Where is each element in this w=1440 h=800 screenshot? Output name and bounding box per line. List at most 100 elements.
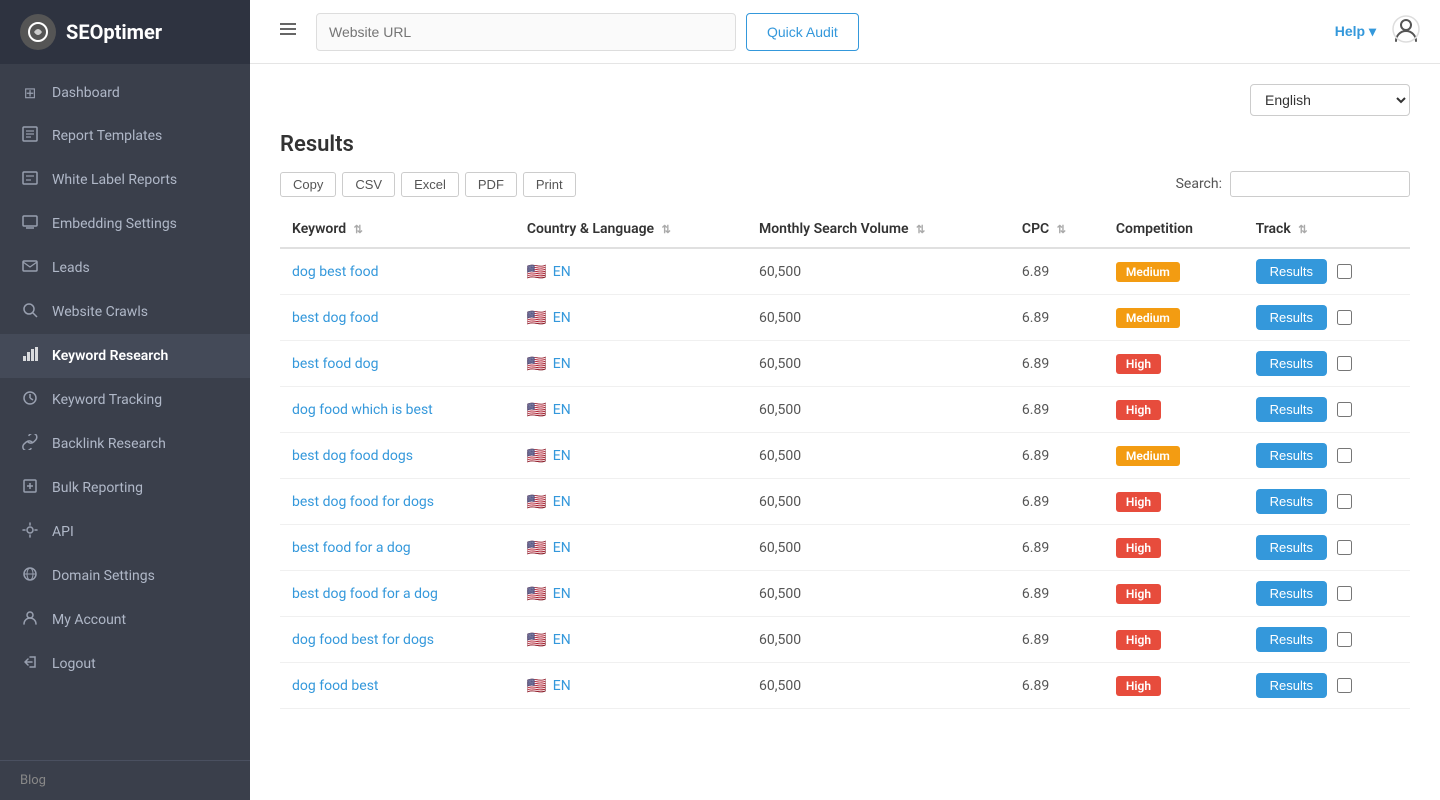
results-button[interactable]: Results [1256,489,1327,514]
track-checkbox[interactable] [1337,632,1352,647]
results-button[interactable]: Results [1256,627,1327,652]
sidebar-item-label: Keyword Research [52,348,168,364]
api-icon [20,522,40,542]
col-keyword[interactable]: Keyword ⇅ [280,211,515,248]
track-checkbox[interactable] [1337,540,1352,555]
sidebar-item-embedding-settings[interactable]: Embedding Settings [0,202,250,246]
competition-badge: High [1116,676,1161,696]
results-button[interactable]: Results [1256,443,1327,468]
export-csv-button[interactable]: CSV [342,172,395,197]
sidebar-item-website-crawls[interactable]: Website Crawls [0,290,250,334]
sidebar-item-leads[interactable]: Leads [0,246,250,290]
sort-volume-icon: ⇅ [916,223,925,236]
sort-country-icon: ⇅ [662,223,671,236]
col-competition[interactable]: Competition [1104,211,1244,248]
cell-competition: Medium [1104,248,1244,295]
language-select[interactable]: English Spanish French German Italian [1250,84,1410,116]
country-code: EN [553,678,571,694]
sidebar-item-backlink-research[interactable]: Backlink Research [0,422,250,466]
col-cpc[interactable]: CPC ⇅ [1010,211,1104,248]
url-input[interactable] [316,13,736,51]
cell-track: Results [1244,433,1410,479]
my-account-icon [20,610,40,630]
table-body: dog best food 🇺🇸 EN 60,500 6.89 Medium R… [280,248,1410,709]
competition-badge: Medium [1116,308,1180,328]
col-country-language[interactable]: Country & Language ⇅ [515,211,747,248]
table-row: best food dog 🇺🇸 EN 60,500 6.89 High Res… [280,341,1410,387]
track-checkbox[interactable] [1337,356,1352,371]
search-label: Search: [1176,176,1222,192]
cell-competition: High [1104,525,1244,571]
sidebar-item-logout[interactable]: Logout [0,642,250,686]
table-row: dog food which is best 🇺🇸 EN 60,500 6.89… [280,387,1410,433]
flag-icon: 🇺🇸 [527,584,547,603]
results-button[interactable]: Results [1256,259,1327,284]
results-button[interactable]: Results [1256,305,1327,330]
sidebar-item-domain-settings[interactable]: Domain Settings [0,554,250,598]
quick-audit-button[interactable]: Quick Audit [746,13,859,51]
flag-icon: 🇺🇸 [527,630,547,649]
col-track[interactable]: Track ⇅ [1244,211,1410,248]
competition-badge: Medium [1116,262,1180,282]
country-code: EN [553,540,571,556]
competition-badge: High [1116,354,1161,374]
sidebar-item-white-label-reports[interactable]: White Label Reports [0,158,250,202]
cell-country-language: 🇺🇸 EN [515,248,747,295]
track-checkbox[interactable] [1337,678,1352,693]
sidebar-item-label: API [52,524,74,540]
cell-volume: 60,500 [747,341,1010,387]
sidebar-item-api[interactable]: API [0,510,250,554]
results-table: Keyword ⇅ Country & Language ⇅ Monthly S… [280,211,1410,709]
cell-keyword: dog food best for dogs [280,617,515,663]
results-button[interactable]: Results [1256,397,1327,422]
hamburger-button[interactable] [270,15,306,49]
cell-country-language: 🇺🇸 EN [515,295,747,341]
track-checkbox[interactable] [1337,310,1352,325]
results-button[interactable]: Results [1256,351,1327,376]
table-row: best dog food for dogs 🇺🇸 EN 60,500 6.89… [280,479,1410,525]
cell-track: Results [1244,525,1410,571]
track-checkbox[interactable] [1337,448,1352,463]
flag-icon: 🇺🇸 [527,446,547,465]
results-button[interactable]: Results [1256,535,1327,560]
sidebar-item-keyword-research[interactable]: Keyword Research [0,334,250,378]
cell-country-language: 🇺🇸 EN [515,433,747,479]
sidebar-item-label: Domain Settings [52,568,155,584]
col-monthly-search-volume[interactable]: Monthly Search Volume ⇅ [747,211,1010,248]
sidebar-item-keyword-tracking[interactable]: Keyword Tracking [0,378,250,422]
cell-volume: 60,500 [747,571,1010,617]
cell-track: Results [1244,295,1410,341]
sidebar-logo: SEOptimer [0,0,250,64]
leads-icon [20,258,40,278]
cell-cpc: 6.89 [1010,387,1104,433]
track-checkbox[interactable] [1337,586,1352,601]
export-print-button[interactable]: Print [523,172,576,197]
domain-icon [20,566,40,586]
search-input[interactable] [1230,171,1410,197]
sidebar-item-report-templates[interactable]: Report Templates [0,114,250,158]
sort-track-icon: ⇅ [1298,223,1307,236]
table-row: best food for a dog 🇺🇸 EN 60,500 6.89 Hi… [280,525,1410,571]
results-button[interactable]: Results [1256,581,1327,606]
export-copy-button[interactable]: Copy [280,172,336,197]
results-button[interactable]: Results [1256,673,1327,698]
cell-competition: Medium [1104,433,1244,479]
track-checkbox[interactable] [1337,494,1352,509]
cell-country-language: 🇺🇸 EN [515,341,747,387]
sidebar-item-bulk-reporting[interactable]: Bulk Reporting [0,466,250,510]
competition-badge: High [1116,538,1161,558]
export-excel-button[interactable]: Excel [401,172,459,197]
keyword-research-icon [20,346,40,366]
sort-keyword-icon: ⇅ [354,223,363,236]
dashboard-icon: ⊞ [20,84,40,102]
track-checkbox[interactable] [1337,402,1352,417]
sidebar-item-dashboard[interactable]: ⊞ Dashboard [0,72,250,114]
sidebar-item-my-account[interactable]: My Account [0,598,250,642]
help-button[interactable]: Help ▾ [1335,23,1376,40]
export-pdf-button[interactable]: PDF [465,172,517,197]
report-templates-icon [20,126,40,146]
track-checkbox[interactable] [1337,264,1352,279]
user-icon-button[interactable] [1392,15,1420,49]
cell-country-language: 🇺🇸 EN [515,387,747,433]
cell-volume: 60,500 [747,617,1010,663]
